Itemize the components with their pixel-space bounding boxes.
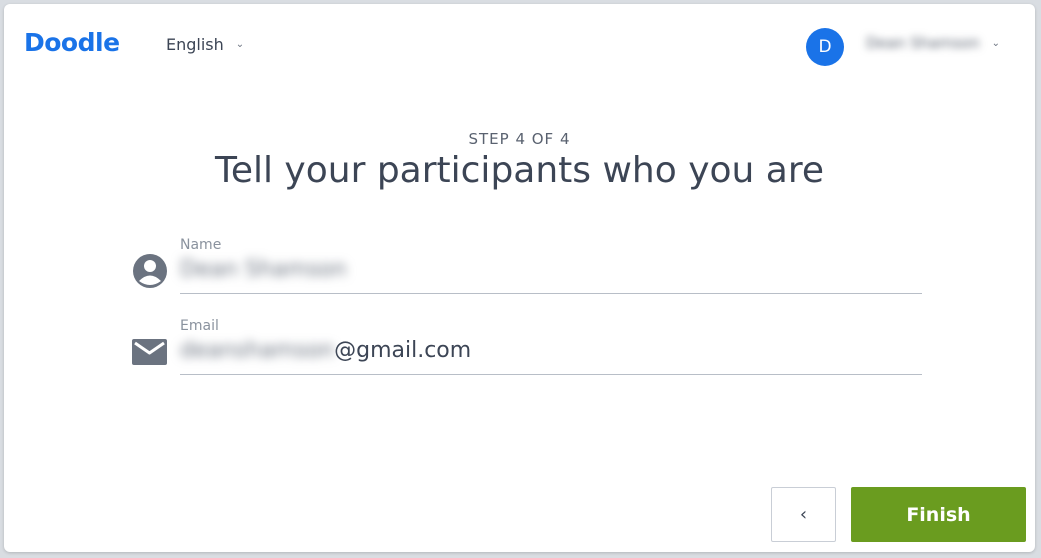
language-selector[interactable]: English ⌄ <box>166 35 244 54</box>
email-underline <box>180 374 922 375</box>
name-underline <box>180 293 922 294</box>
wizard-card: Doodle English ⌄ D Dean Shamson ⌄ STEP 4… <box>4 4 1035 552</box>
language-label: English <box>166 35 224 54</box>
chevron-down-icon: ⌄ <box>991 37 1000 49</box>
step-indicator: STEP 4 OF 4 <box>468 130 571 148</box>
email-domain: @gmail.com <box>334 338 472 363</box>
name-field[interactable]: Name Dean Shamson <box>132 237 922 297</box>
back-button[interactable]: ‹ <box>771 487 836 542</box>
finish-button[interactable]: Finish <box>851 487 1026 542</box>
doodle-logo[interactable]: Doodle <box>24 28 120 57</box>
page-title: Tell your participants who you are <box>214 150 825 191</box>
email-field[interactable]: Email deanshamson @gmail.com <box>132 318 922 378</box>
name-text: Dean Shamson <box>180 257 347 282</box>
name-label: Name <box>180 237 222 253</box>
user-circle-icon <box>132 253 168 289</box>
email-local-part: deanshamson <box>180 338 335 363</box>
user-name: Dean Shamson <box>866 34 980 52</box>
user-menu[interactable]: Dean Shamson ⌄ <box>866 34 1000 52</box>
chevron-left-icon: ‹ <box>799 504 808 525</box>
name-value: Dean Shamson <box>180 257 347 282</box>
email-label: Email <box>180 318 219 334</box>
chevron-down-icon: ⌄ <box>235 39 245 50</box>
mail-icon <box>132 336 168 372</box>
avatar[interactable]: D <box>806 28 844 66</box>
email-value: deanshamson @gmail.com <box>180 338 471 363</box>
